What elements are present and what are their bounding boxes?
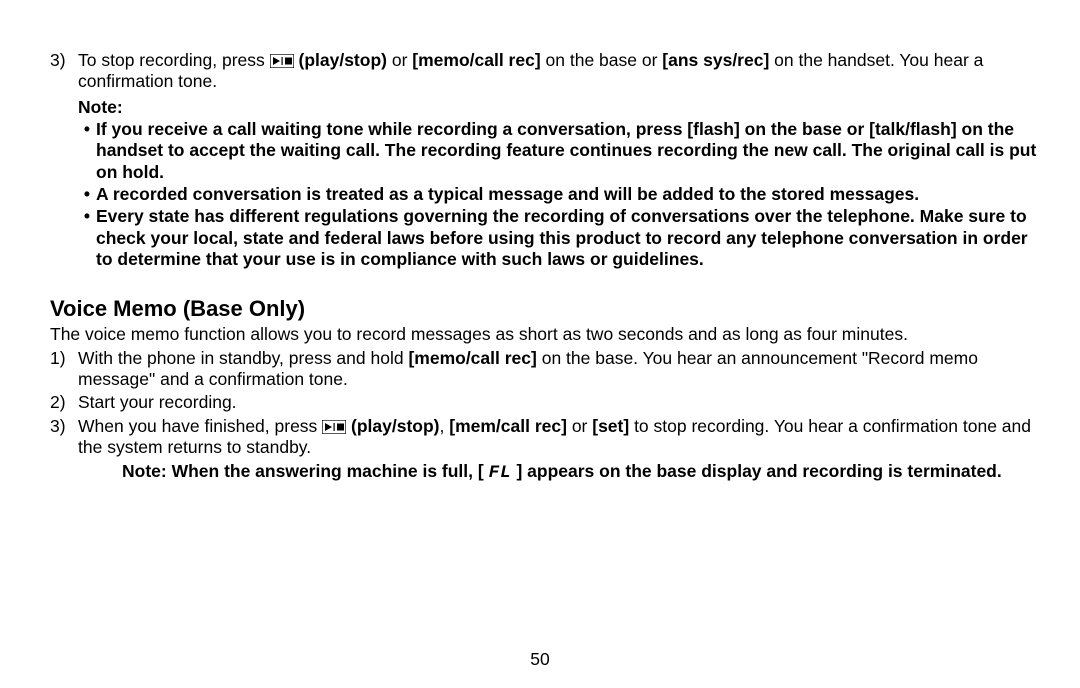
play-stop-key: (play/stop): [322, 416, 439, 436]
set-key: [set]: [592, 416, 629, 436]
mem-key: [mem/call rec]: [449, 416, 567, 436]
ans-key: [ans sys/rec]: [662, 50, 769, 70]
list-item-3: 3) To stop recording, press (play/stop) …: [50, 50, 1040, 93]
note-label: Note:: [78, 97, 1040, 118]
bullet-icon: •: [78, 119, 96, 183]
note-block: Note: • If you receive a call waiting to…: [78, 97, 1040, 271]
text: With the phone in standby, press and hol…: [78, 348, 408, 368]
list-number: 3): [50, 50, 78, 93]
note-bullet: • Every state has different regulations …: [78, 206, 1040, 270]
play-stop-label: (play/stop): [294, 50, 387, 70]
text: or: [567, 416, 592, 436]
bullet-icon: •: [78, 184, 96, 205]
list-item: 2) Start your recording.: [50, 392, 1040, 413]
list-body: Start your recording.: [78, 392, 1040, 413]
subnote-pre: Note: When the answering machine is full…: [122, 461, 489, 481]
text: or: [387, 50, 412, 70]
list-body: With the phone in standby, press and hol…: [78, 348, 1040, 391]
list-body: To stop recording, press (play/stop) or …: [78, 50, 1040, 93]
sub-note: Note: When the answering machine is full…: [122, 461, 1040, 484]
note-bullet: • If you receive a call waiting tone whi…: [78, 119, 1040, 183]
list-item: 3) When you have finished, press (play/s…: [50, 416, 1040, 484]
bullet-text: A recorded conversation is treated as a …: [96, 184, 1040, 205]
manual-page: 3) To stop recording, press (play/stop) …: [0, 0, 1080, 688]
play-stop-label: (play/stop): [346, 416, 439, 436]
fl-code: FL: [489, 463, 512, 483]
text: ,: [440, 416, 450, 436]
text: on the base or: [541, 50, 663, 70]
memo-key: [memo/call rec]: [408, 348, 536, 368]
list-number: 2): [50, 392, 78, 413]
section-heading: Voice Memo (Base Only): [50, 296, 1040, 322]
play-stop-icon: [322, 420, 346, 434]
list-body: When you have finished, press (play/stop…: [78, 416, 1040, 484]
section-intro: The voice memo function allows you to re…: [50, 324, 1040, 345]
memo-key: [memo/call rec]: [412, 50, 540, 70]
play-stop-icon: [270, 54, 294, 68]
text: When you have finished, press: [78, 416, 322, 436]
text: To stop recording, press: [78, 50, 270, 70]
bullet-icon: •: [78, 206, 96, 270]
note-bullets: • If you receive a call waiting tone whi…: [78, 119, 1040, 270]
play-stop-key: (play/stop): [270, 50, 387, 70]
bullet-text: If you receive a call waiting tone while…: [96, 119, 1040, 183]
list-item: 1) With the phone in standby, press and …: [50, 348, 1040, 391]
note-bullet: • A recorded conversation is treated as …: [78, 184, 1040, 205]
subnote-post: ] appears on the base display and record…: [512, 461, 1002, 481]
page-number: 50: [0, 649, 1080, 670]
top-ordered-list: 3) To stop recording, press (play/stop) …: [50, 50, 1040, 93]
voice-memo-list: 1) With the phone in standby, press and …: [50, 348, 1040, 484]
bullet-text: Every state has different regulations go…: [96, 206, 1040, 270]
list-number: 3): [50, 416, 78, 484]
list-number: 1): [50, 348, 78, 391]
